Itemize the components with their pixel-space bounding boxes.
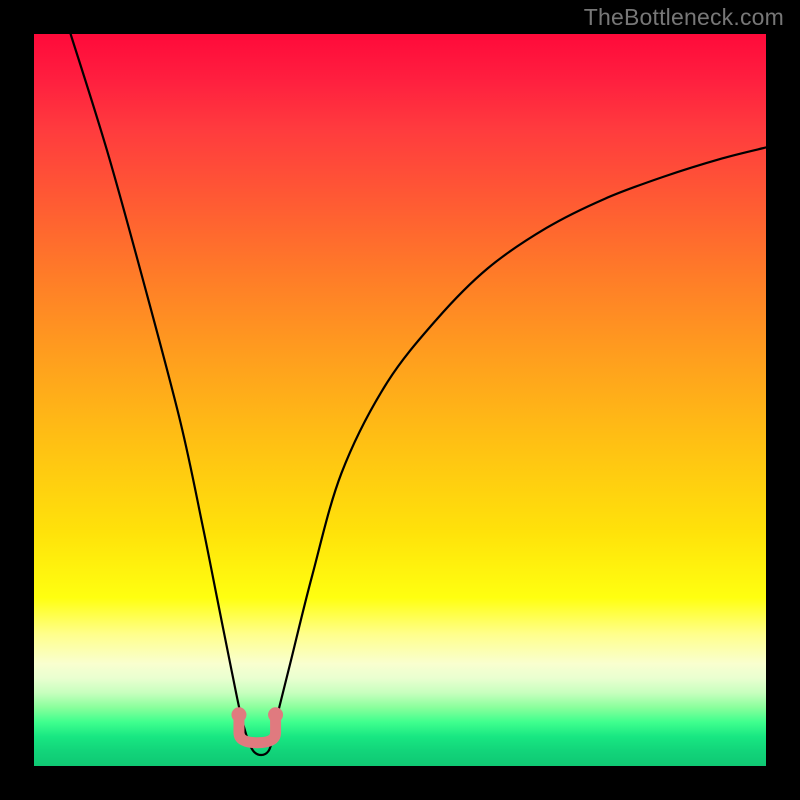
plot-overlay — [34, 34, 766, 766]
marker-u-path — [239, 715, 276, 743]
watermark-text: TheBottleneck.com — [584, 4, 784, 31]
chart-container: TheBottleneck.com — [0, 0, 800, 800]
bottleneck-curve — [71, 34, 766, 755]
optimal-marker — [231, 707, 283, 742]
